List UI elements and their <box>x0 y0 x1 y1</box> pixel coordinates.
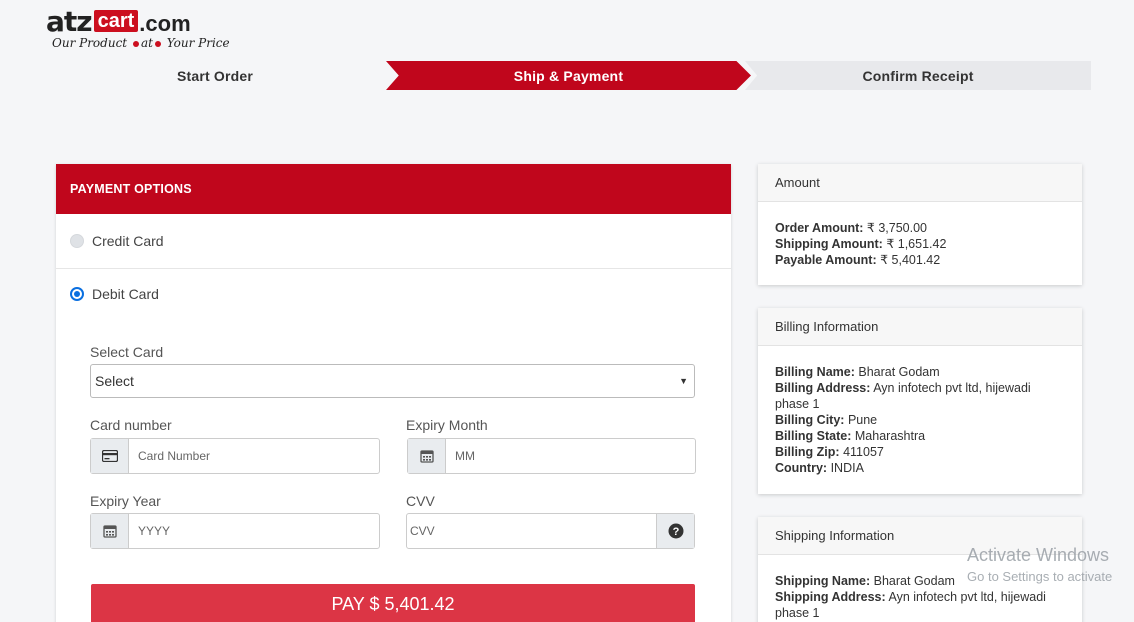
expiry-month-label: Expiry Month <box>406 417 488 433</box>
debit-card-label: Debit Card <box>92 286 159 302</box>
select-card-dropdown[interactable]: Select ▼ <box>90 364 695 398</box>
order-amount-row: Order Amount: ₹ 3,750.00 <box>775 220 1065 236</box>
billing-zip-label: Billing Zip: <box>775 445 840 459</box>
billing-zip-value: 411057 <box>843 445 884 459</box>
watermark-subtitle: Go to Settings to activate <box>967 569 1113 584</box>
calendar-icon <box>91 514 129 548</box>
header: atz cart .com Our Product at Your Price … <box>0 0 1134 143</box>
expiry-year-group: YYYY <box>90 513 380 549</box>
step-ship-payment: Ship & Payment <box>386 61 751 90</box>
billing-state-value: Maharashtra <box>854 429 926 443</box>
billing-state-row: Billing State: Maharashtra <box>775 428 1065 444</box>
logo-tagline: Our Product at Your Price <box>52 36 230 50</box>
shipping-name-value: Bharat Godam <box>873 574 955 588</box>
select-card-label: Select Card <box>90 344 164 360</box>
payable-amount-label: Payable Amount: <box>775 253 877 267</box>
tagline-part: Your Price <box>166 36 230 50</box>
billing-address-label: Billing Address: <box>775 381 871 395</box>
billing-address-row: Billing Address: Ayn infotech pvt ltd, h… <box>775 380 1065 412</box>
card-number-group: Card Number <box>90 438 380 474</box>
billing-card-title: Billing Information <box>758 308 1082 346</box>
order-amount-value: ₹ 3,750.00 <box>866 221 927 235</box>
billing-zip-row: Billing Zip: 411057 <box>775 444 1065 460</box>
credit-card-option[interactable]: Credit Card <box>56 214 731 269</box>
help-icon[interactable]: ? <box>656 514 694 548</box>
card-number-input[interactable]: Card Number <box>129 439 379 473</box>
checkout-steps: Start Order Ship & Payment Confirm Recei… <box>40 61 1091 90</box>
pay-button[interactable]: PAY $ 5,401.42 <box>91 584 695 622</box>
site-logo[interactable]: atz cart .com Our Product at Your Price <box>46 6 236 54</box>
tagline-dot <box>132 40 139 47</box>
billing-country-label: Country: <box>775 461 828 475</box>
billing-city-value: Pune <box>847 413 878 427</box>
billing-name-row: Billing Name: Bharat Godam <box>775 364 1065 380</box>
billing-country-value: INDIA <box>830 461 864 475</box>
payable-amount-row: Payable Amount: ₹ 5,401.42 <box>775 252 1065 268</box>
payment-options-title: PAYMENT OPTIONS <box>56 164 731 214</box>
shipping-amount-row: Shipping Amount: ₹ 1,651.42 <box>775 236 1065 252</box>
expiry-year-label: Expiry Year <box>90 493 161 509</box>
card-number-label: Card number <box>90 417 172 433</box>
cvv-input[interactable]: CVV <box>407 514 656 548</box>
cvv-label: CVV <box>406 493 435 509</box>
debit-card-option[interactable]: Debit Card <box>56 269 731 319</box>
credit-card-radio[interactable] <box>70 234 84 248</box>
logo-atz: atz <box>46 5 93 38</box>
billing-country-row: Country: INDIA <box>775 460 1065 476</box>
logo-dotcom: .com <box>139 11 191 36</box>
logo-cart: cart <box>93 10 139 32</box>
select-card-value: Select <box>95 373 134 389</box>
payment-options-panel: PAYMENT OPTIONS Credit Card Debit Card S… <box>56 164 731 622</box>
logo-wordmark: atz cart .com <box>46 6 191 36</box>
amount-card-title: Amount <box>758 164 1082 202</box>
cvv-group: CVV ? <box>406 513 695 549</box>
chevron-down-icon: ▼ <box>679 376 688 386</box>
step-confirm-receipt: Confirm Receipt <box>745 61 1091 90</box>
tagline-part: at <box>140 36 153 50</box>
debit-card-radio[interactable] <box>70 287 84 301</box>
expiry-month-input[interactable]: MM <box>446 439 695 473</box>
payable-amount-value: ₹ 5,401.42 <box>880 253 941 267</box>
billing-city-row: Billing City: Pune <box>775 412 1065 428</box>
billing-city-label: Billing City: <box>775 413 845 427</box>
activate-windows-watermark: Activate Windows Go to Settings to activ… <box>967 545 1112 584</box>
billing-name-label: Billing Name: <box>775 365 855 379</box>
billing-name-value: Bharat Godam <box>858 365 940 379</box>
shipping-amount-label: Shipping Amount: <box>775 237 883 251</box>
shipping-name-label: Shipping Name: <box>775 574 871 588</box>
step-start-order: Start Order <box>176 67 254 84</box>
tagline-dot <box>154 40 161 47</box>
amount-card: Amount Order Amount: ₹ 3,750.00 Shipping… <box>758 164 1082 285</box>
shipping-amount-value: ₹ 1,651.42 <box>886 237 947 251</box>
shipping-address-row: Shipping Address: Ayn infotech pvt ltd, … <box>775 589 1065 621</box>
credit-card-icon <box>91 439 129 473</box>
expiry-year-input[interactable]: YYYY <box>129 514 379 548</box>
billing-card: Billing Information Billing Name: Bharat… <box>758 308 1082 494</box>
tagline-part: Our Product <box>52 36 128 50</box>
credit-card-label: Credit Card <box>92 233 164 249</box>
watermark-title: Activate Windows <box>967 545 1110 565</box>
billing-state-label: Billing State: <box>775 429 852 443</box>
shipping-address-label: Shipping Address: <box>775 590 886 604</box>
calendar-icon <box>408 439 446 473</box>
svg-text:?: ? <box>672 526 679 538</box>
expiry-month-group: MM <box>407 438 696 474</box>
order-amount-label: Order Amount: <box>775 221 864 235</box>
